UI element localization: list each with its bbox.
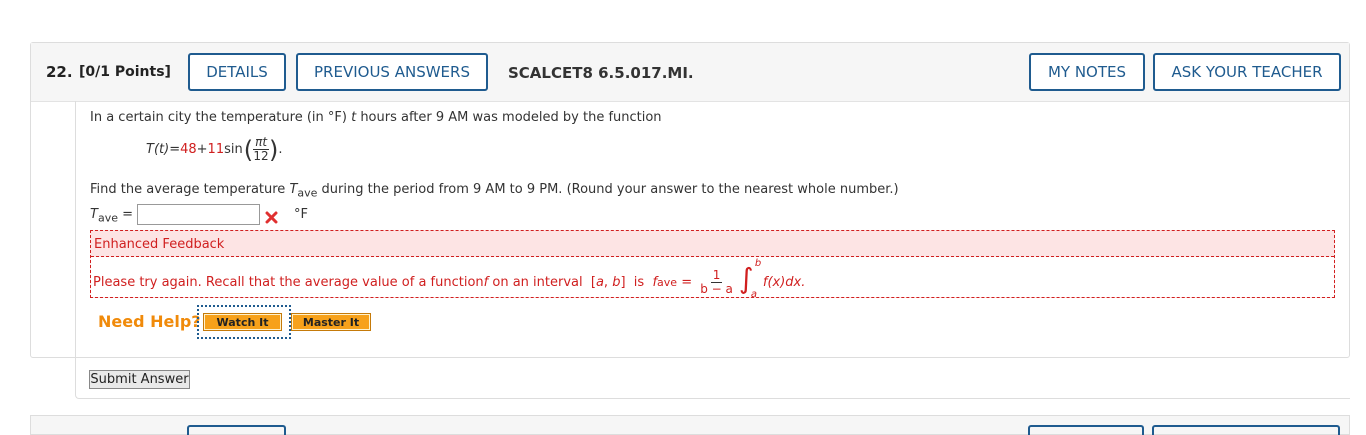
assignment-code: SCALCET8 6.5.017.MI. <box>508 64 694 82</box>
ask-your-teacher-button[interactable]: ASK YOUR TEACHER <box>1153 53 1341 91</box>
answer-input[interactable] <box>137 204 260 225</box>
temperature-function: T(t) = 48 + 11 sin ( πt 12 ). <box>146 135 283 164</box>
constant-11: 11 <box>207 142 225 157</box>
feedback-title: Enhanced Feedback <box>94 237 225 252</box>
problem-question: Find the average temperature Tave during… <box>90 182 899 200</box>
submit-answer-button[interactable]: Submit Answer <box>89 370 190 389</box>
constant-48: 48 <box>180 142 197 157</box>
details-button[interactable]: DETAILS <box>188 53 286 91</box>
watch-it-button[interactable]: Watch It <box>203 313 282 331</box>
question-header: 22. [0/1 Points] DETAILS PREVIOUS ANSWER… <box>31 43 1349 102</box>
need-help-label: Need Help? <box>98 312 201 331</box>
next-question-button[interactable] <box>1028 425 1144 435</box>
question-points: [0/1 Points] <box>79 64 171 80</box>
next-question-button[interactable] <box>1152 425 1340 435</box>
question-number: 22. <box>46 63 73 81</box>
incorrect-x-icon <box>265 211 278 224</box>
previous-answers-button[interactable]: PREVIOUS ANSWERS <box>296 53 488 91</box>
answer-unit: °F <box>294 207 308 222</box>
feedback-text: Please try again. Recall that the averag… <box>93 258 806 300</box>
answer-label: Tave = <box>90 207 134 225</box>
master-it-button[interactable]: Master It <box>291 313 371 331</box>
problem-intro: In a certain city the temperature (in °F… <box>90 110 662 125</box>
my-notes-button[interactable]: MY NOTES <box>1029 53 1145 91</box>
next-question-button[interactable] <box>187 425 286 435</box>
